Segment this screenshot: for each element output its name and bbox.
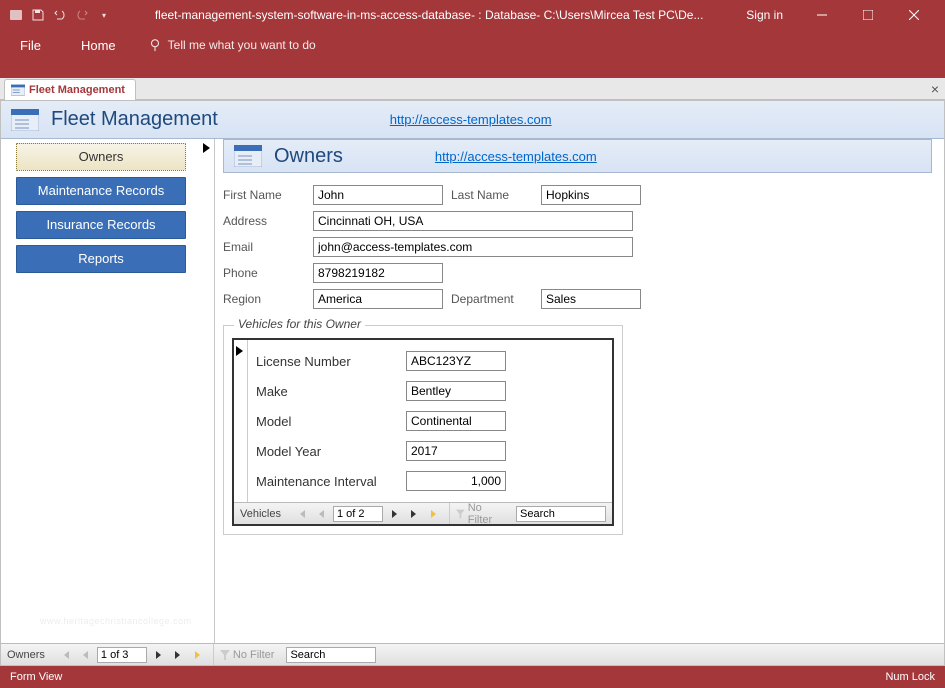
label-year: Model Year <box>256 444 406 459</box>
owners-nav-next-icon[interactable] <box>149 646 167 664</box>
tell-me-search[interactable]: Tell me what you want to do <box>148 30 316 60</box>
vehicles-navbar: Vehicles No Filter <box>234 502 612 524</box>
close-button[interactable] <box>891 0 937 30</box>
label-address: Address <box>223 214 313 228</box>
vehicles-legend: Vehicles for this Owner <box>234 317 365 331</box>
tab-label: Fleet Management <box>29 84 125 96</box>
sidebar-item-owners[interactable]: Owners <box>16 143 186 171</box>
owners-nav-nofilter: No Filter <box>214 649 281 661</box>
sidebar-item-insurance[interactable]: Insurance Records <box>16 211 186 239</box>
vehicles-nav-position[interactable] <box>333 506 383 522</box>
label-email: Email <box>223 240 313 254</box>
label-interval: Maintenance Interval <box>256 474 406 489</box>
owners-nav-new-icon[interactable] <box>189 646 207 664</box>
subheader-title: Owners <box>274 145 343 168</box>
access-app-icon <box>8 7 24 23</box>
status-numlock: Num Lock <box>885 671 935 683</box>
window-title: fleet-management-system-software-in-ms-a… <box>112 8 746 22</box>
vehicles-nav-first-icon[interactable] <box>293 505 311 523</box>
header-link[interactable]: http://access-templates.com <box>390 112 552 127</box>
save-icon[interactable] <box>30 7 46 23</box>
label-region: Region <box>223 292 313 306</box>
owners-nav-last-icon[interactable] <box>169 646 187 664</box>
first-name-field[interactable] <box>313 185 443 205</box>
address-field[interactable] <box>313 211 633 231</box>
sidebar-item-reports[interactable]: Reports <box>16 245 186 273</box>
undo-icon[interactable] <box>52 7 68 23</box>
model-field[interactable] <box>406 411 506 431</box>
quick-access-toolbar: ▾ <box>8 7 112 23</box>
redo-icon[interactable] <box>74 7 90 23</box>
label-department: Department <box>451 292 541 306</box>
label-license: License Number <box>256 354 406 369</box>
tab-fleet-management[interactable]: Fleet Management <box>4 79 136 100</box>
sidebar-nav: Owners Maintenance Records Insurance Rec… <box>1 139 201 643</box>
license-field[interactable] <box>406 351 506 371</box>
form-title: Fleet Management <box>51 108 218 131</box>
vehicles-nav-last-icon[interactable] <box>405 505 423 523</box>
qat-dropdown-icon[interactable]: ▾ <box>96 7 112 23</box>
maximize-button[interactable] <box>845 0 891 30</box>
department-field[interactable] <box>541 289 641 309</box>
sidebar-item-maintenance[interactable]: Maintenance Records <box>16 177 186 205</box>
phone-field[interactable] <box>313 263 443 283</box>
document-tabs: Fleet Management × <box>0 78 945 100</box>
vehicle-record-selector[interactable] <box>234 340 248 502</box>
owners-nav-prev-icon[interactable] <box>77 646 95 664</box>
vehicles-nav-next-icon[interactable] <box>385 505 403 523</box>
ribbon-tab-home[interactable]: Home <box>73 30 124 61</box>
label-phone: Phone <box>223 266 313 280</box>
owners-nav-first-icon[interactable] <box>57 646 75 664</box>
owners-nav-search[interactable] <box>286 647 376 663</box>
vehicles-nav-search[interactable] <box>516 506 606 522</box>
status-bar: Form View Num Lock <box>0 666 945 688</box>
label-first-name: First Name <box>223 188 313 202</box>
email-field[interactable] <box>313 237 633 257</box>
watermark: www.heritagechristiancollege.com <box>40 616 192 626</box>
record-selector[interactable] <box>201 139 215 643</box>
vehicles-nav-label: Vehicles <box>234 508 287 520</box>
owners-nav-label: Owners <box>1 649 51 661</box>
vehicles-groupbox: Vehicles for this Owner License Number M… <box>223 325 623 535</box>
region-field[interactable] <box>313 289 443 309</box>
interval-field[interactable] <box>406 471 506 491</box>
ribbon: File Home Tell me what you want to do <box>0 30 945 78</box>
title-bar: ▾ fleet-management-system-software-in-ms… <box>0 0 945 30</box>
subheader-link[interactable]: http://access-templates.com <box>435 149 597 164</box>
last-name-field[interactable] <box>541 185 641 205</box>
tab-close-icon[interactable]: × <box>931 81 939 97</box>
ribbon-tab-file[interactable]: File <box>12 30 49 61</box>
owners-subheader: Owners http://access-templates.com <box>223 139 932 173</box>
vehicles-nav-prev-icon[interactable] <box>313 505 331 523</box>
form-header-icon <box>11 109 39 131</box>
vehicles-nav-new-icon[interactable] <box>425 505 443 523</box>
owners-navbar: Owners No Filter <box>1 643 944 665</box>
vehicles-nav-nofilter: No Filter <box>450 502 510 526</box>
sign-in-link[interactable]: Sign in <box>746 8 783 22</box>
form-header: Fleet Management http://access-templates… <box>1 101 944 139</box>
label-last-name: Last Name <box>451 188 541 202</box>
status-view-mode: Form View <box>10 671 62 683</box>
owners-nav-position[interactable] <box>97 647 147 663</box>
subheader-icon <box>234 145 262 167</box>
label-make: Make <box>256 384 406 399</box>
make-field[interactable] <box>406 381 506 401</box>
minimize-button[interactable] <box>799 0 845 30</box>
year-field[interactable] <box>406 441 506 461</box>
main-form: Fleet Management http://access-templates… <box>0 100 945 666</box>
label-model: Model <box>256 414 406 429</box>
